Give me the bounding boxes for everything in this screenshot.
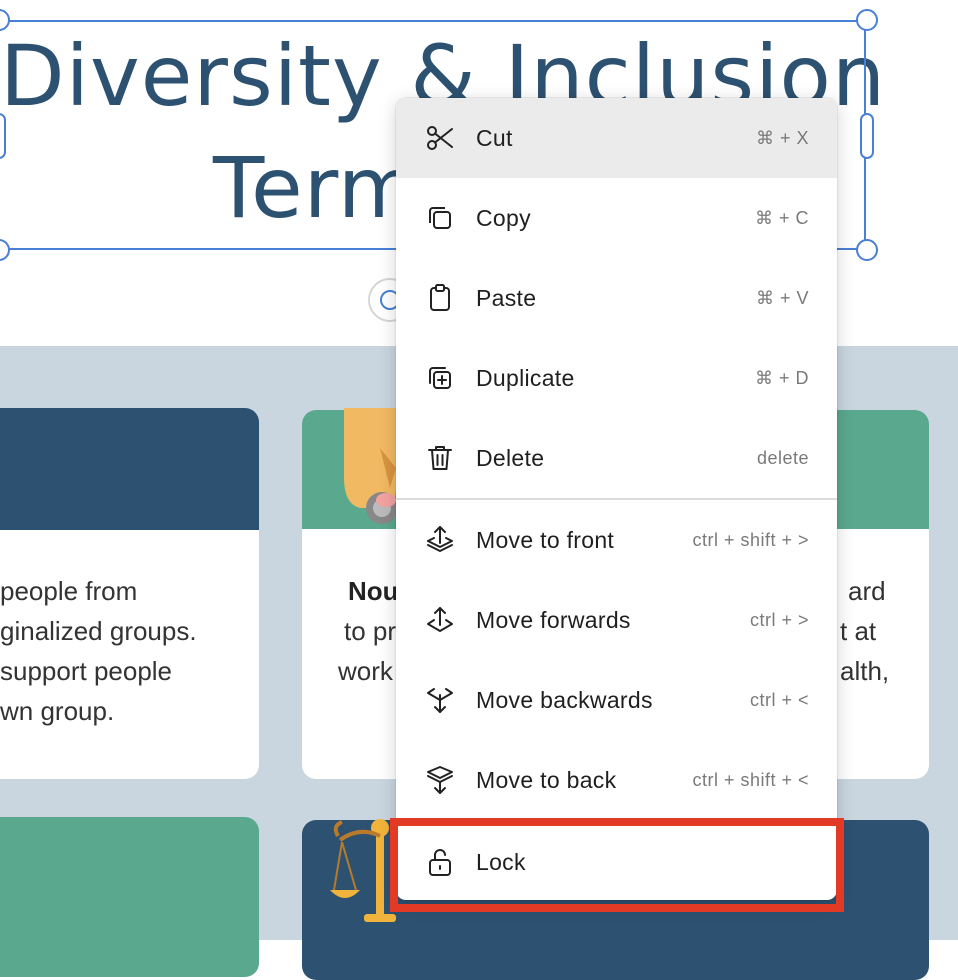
duplicate-icon: [424, 362, 456, 394]
card-right-text-left: Nou to pr work: [338, 571, 399, 691]
menu-item-move-forwards[interactable]: Move forwards ctrl + >: [396, 580, 837, 660]
menu-item-label: Move forwards: [476, 606, 631, 633]
move-to-front-icon: [424, 524, 456, 556]
move-backwards-icon: [424, 684, 456, 716]
menu-item-label: Lock: [476, 848, 526, 875]
unlock-icon: [424, 846, 456, 878]
menu-item-label: Copy: [476, 204, 531, 231]
menu-item-label: Cut: [476, 124, 513, 151]
menu-item-duplicate[interactable]: Duplicate ⌘ + D: [396, 338, 837, 418]
move-forwards-icon: [424, 604, 456, 636]
menu-item-cut[interactable]: Cut ⌘ + X: [396, 98, 837, 178]
move-to-back-icon: [424, 764, 456, 796]
card-header: [0, 408, 259, 530]
card-header: [0, 817, 259, 977]
card-text-line: work: [338, 656, 393, 686]
hand-illustration: [344, 408, 398, 524]
card-text-line: support people: [0, 656, 173, 686]
menu-item-paste[interactable]: Paste ⌘ + V: [396, 258, 837, 338]
resize-handle-top-right[interactable]: [856, 9, 878, 31]
card-left-text: people from ginalized groups. support pe…: [0, 571, 197, 731]
menu-item-shortcut: ⌘ + X: [755, 127, 809, 148]
menu-item-label: Move to back: [476, 766, 617, 793]
menu-item-label: Move backwards: [476, 686, 653, 713]
menu-item-shortcut: ctrl + shift + >: [692, 529, 809, 550]
menu-item-shortcut: ⌘ + C: [754, 207, 809, 228]
menu-item-label: Paste: [476, 284, 537, 311]
menu-item-shortcut: ctrl + shift + <: [692, 769, 809, 790]
card-left-bottom[interactable]: [0, 817, 259, 977]
resize-handle-bottom-right[interactable]: [856, 239, 878, 261]
menu-item-lock[interactable]: Lock: [396, 822, 837, 900]
scales-illustration: [330, 819, 396, 922]
resize-handle-right[interactable]: [860, 113, 874, 159]
menu-item-shortcut: delete: [756, 447, 809, 468]
menu-item-shortcut: ctrl + <: [749, 689, 809, 710]
card-text-line: Nou: [348, 576, 399, 606]
menu-item-move-to-back[interactable]: Move to back ctrl + shift + <: [396, 740, 837, 820]
menu-item-shortcut: ⌘ + V: [755, 287, 809, 308]
trash-icon: [424, 442, 456, 474]
copy-icon: [424, 202, 456, 234]
menu-item-shortcut: ctrl + >: [749, 609, 809, 630]
menu-item-label: Move to front: [476, 526, 615, 553]
menu-item-move-backwards[interactable]: Move backwards ctrl + <: [396, 660, 837, 740]
scissors-icon: [424, 122, 456, 154]
menu-item-move-to-front[interactable]: Move to front ctrl + shift + >: [396, 500, 837, 580]
clipboard-icon: [424, 282, 456, 314]
card-text-line: t at: [840, 616, 877, 646]
card-text-line: wn group.: [0, 696, 115, 726]
context-menu: Cut ⌘ + X Copy ⌘ + C Paste ⌘ + V Duplica…: [396, 98, 837, 900]
card-text-line: to pr: [344, 616, 397, 646]
menu-item-copy[interactable]: Copy ⌘ + C: [396, 178, 837, 258]
resize-handle-left[interactable]: [0, 113, 6, 159]
menu-item-shortcut: ⌘ + D: [754, 367, 809, 388]
menu-item-label: Delete: [476, 444, 545, 471]
card-text-line: alth,: [840, 656, 890, 686]
card-right-text-right: ard t at alth,: [840, 571, 889, 691]
card-text-line: people from: [0, 576, 138, 606]
card-text-line: ard: [848, 576, 886, 606]
menu-item-label: Duplicate: [476, 364, 575, 391]
menu-item-delete[interactable]: Delete delete: [396, 418, 837, 498]
card-text-line: ginalized groups.: [0, 616, 197, 646]
